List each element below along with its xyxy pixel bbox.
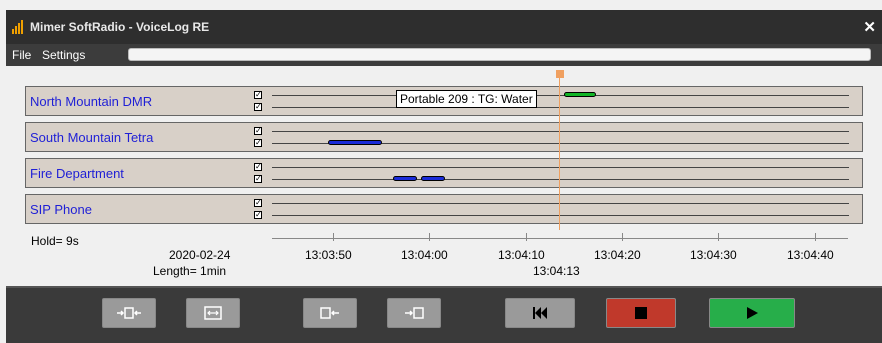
- axis-tick-label: 13:03:50: [305, 248, 352, 262]
- length-label: Length= 1min: [153, 264, 227, 278]
- call-segment[interactable]: [421, 176, 445, 181]
- playback-toolbar: [6, 286, 882, 343]
- track-label: Fire Department: [30, 166, 124, 181]
- axis-tick: [333, 233, 334, 241]
- track-checkbox-lower[interactable]: ✓: [254, 139, 262, 147]
- channel-line: [272, 131, 849, 132]
- title-bar: Mimer SoftRadio - VoiceLog RE ✕: [6, 10, 882, 44]
- zoom-in-button[interactable]: [102, 298, 156, 328]
- track-row: Fire Department ✓ ✓: [25, 158, 863, 188]
- channel-line: [272, 215, 849, 216]
- axis-tick-label: 13:04:00: [401, 248, 448, 262]
- set-start-icon: [320, 307, 339, 319]
- axis-tick: [815, 233, 816, 241]
- track-checkbox-lower[interactable]: ✓: [254, 103, 262, 111]
- axis-tick: [526, 233, 527, 241]
- playhead-handle[interactable]: [556, 70, 564, 78]
- stop-icon: [635, 307, 647, 319]
- zoom-in-icon: [117, 307, 141, 319]
- set-end-button[interactable]: [387, 298, 441, 328]
- axis-tick: [429, 233, 430, 241]
- axis-tick-label: 13:04:10: [498, 248, 545, 262]
- menu-settings[interactable]: Settings: [42, 48, 85, 62]
- cursor-time-label: 13:04:13: [533, 264, 580, 278]
- zoom-out-icon: [204, 306, 222, 320]
- close-icon[interactable]: ✕: [863, 18, 876, 36]
- track-label: North Mountain DMR: [30, 94, 153, 109]
- channel-line: [272, 95, 849, 96]
- track-checkbox-lower[interactable]: ✓: [254, 211, 262, 219]
- play-button[interactable]: [709, 298, 795, 328]
- track-checkbox-upper[interactable]: ✓: [254, 163, 262, 171]
- axis-tick-label: 13:04:40: [787, 248, 834, 262]
- channel-line: [272, 167, 849, 168]
- skip-back-icon: [533, 307, 547, 319]
- window-title: Mimer SoftRadio - VoiceLog RE: [30, 20, 210, 34]
- track-checkbox-upper[interactable]: ✓: [254, 91, 262, 99]
- track-label: SIP Phone: [30, 202, 92, 217]
- axis-tick: [622, 233, 623, 241]
- progress-bar: [128, 48, 871, 61]
- axis-tick-label: 13:04:30: [690, 248, 737, 262]
- skip-back-button[interactable]: [505, 298, 575, 328]
- track-checkbox-upper[interactable]: ✓: [254, 199, 262, 207]
- zoom-out-button[interactable]: [186, 298, 240, 328]
- time-axis: [272, 238, 848, 239]
- playhead-line[interactable]: [559, 73, 560, 230]
- track-checkbox-upper[interactable]: ✓: [254, 127, 262, 135]
- hold-label: Hold= 9s: [31, 234, 79, 248]
- set-start-button[interactable]: [303, 298, 357, 328]
- channel-line: [272, 203, 849, 204]
- stop-button[interactable]: [606, 298, 676, 328]
- call-segment[interactable]: [393, 176, 417, 181]
- channel-line: [272, 179, 849, 180]
- track-row: SIP Phone ✓ ✓: [25, 194, 863, 224]
- channel-line: [272, 107, 849, 108]
- call-segment[interactable]: [328, 140, 382, 145]
- track-checkbox-lower[interactable]: ✓: [254, 175, 262, 183]
- date-label: 2020-02-24: [169, 248, 231, 262]
- menu-file[interactable]: File: [12, 48, 31, 62]
- app-window: Mimer SoftRadio - VoiceLog RE ✕ File Set…: [6, 10, 882, 343]
- play-icon: [747, 307, 758, 319]
- call-segment[interactable]: [564, 92, 596, 97]
- set-end-icon: [405, 307, 424, 319]
- axis-tick-label: 13:04:20: [594, 248, 641, 262]
- segment-tooltip: Portable 209 : TG: Water: [396, 90, 537, 108]
- axis-tick: [718, 233, 719, 241]
- signal-bars-icon: [12, 20, 23, 34]
- track-label: South Mountain Tetra: [30, 130, 154, 145]
- track-row: South Mountain Tetra ✓ ✓: [25, 122, 863, 152]
